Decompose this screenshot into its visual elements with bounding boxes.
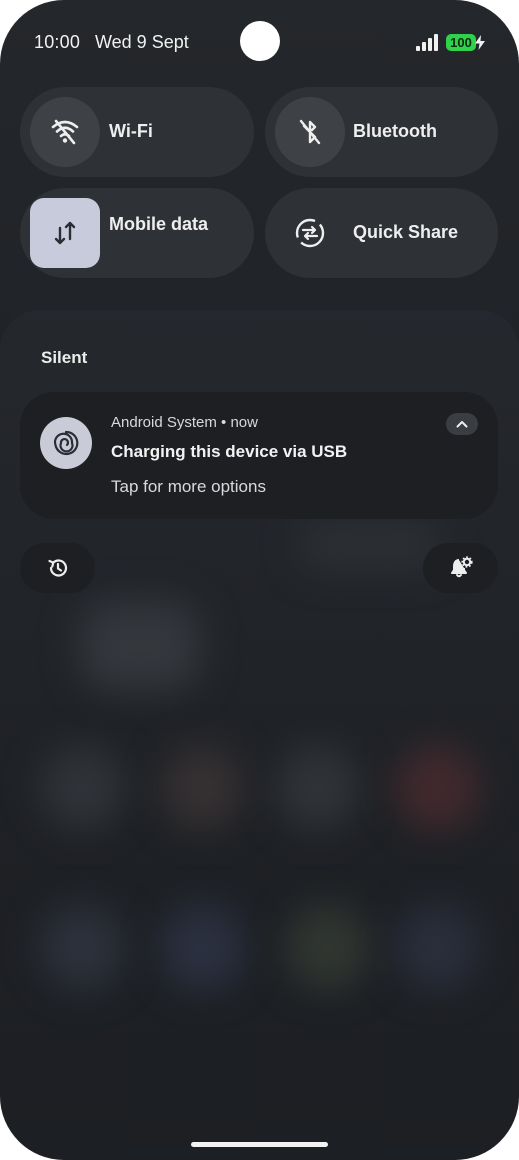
phone-screen: 10:00 Wed 9 Sept 100 Wi-Fi Bluetooth Mob… <box>0 0 519 1160</box>
quick-share-icon <box>295 218 325 248</box>
status-bar: 10:00 Wed 9 Sept 100 <box>0 0 519 86</box>
notification-app-name: Android System • now <box>111 414 258 431</box>
tile-label: Mobile data <box>109 214 209 234</box>
chevron-up-icon <box>456 421 468 428</box>
history-icon <box>47 559 67 577</box>
notification-history-button[interactable] <box>20 543 95 593</box>
bluetooth-off-icon <box>299 119 321 145</box>
signal-icon <box>416 34 438 51</box>
mobile-data-icon-container <box>30 198 100 268</box>
tile-mobile-data[interactable]: Mobile data <box>20 188 254 278</box>
bluetooth-icon-container <box>275 97 345 167</box>
battery-indicator: 100 <box>446 34 476 51</box>
section-title-silent: Silent <box>41 348 88 367</box>
wifi-icon-container <box>30 97 100 167</box>
wifi-off-icon <box>51 119 79 145</box>
tile-label: Bluetooth <box>353 121 437 141</box>
tile-bluetooth[interactable]: Bluetooth <box>265 87 498 177</box>
gesture-handle[interactable] <box>191 1142 328 1147</box>
notification-settings-button[interactable] <box>423 543 498 593</box>
front-camera-cutout <box>240 21 280 61</box>
bolt-icon <box>475 35 485 50</box>
tile-label: Wi-Fi <box>109 121 153 141</box>
clock: 10:00 <box>34 32 81 52</box>
tile-wifi[interactable]: Wi-Fi <box>20 87 254 177</box>
android-system-icon <box>40 417 92 469</box>
notification-card[interactable]: Android System • now Charging this devic… <box>20 392 498 519</box>
notification-text: Tap for more options <box>111 477 266 496</box>
tile-label: Quick Share <box>353 222 459 242</box>
expand-button[interactable] <box>446 413 478 435</box>
tile-quick-share[interactable]: Quick Share <box>265 188 498 278</box>
mobile-data-icon <box>54 221 76 245</box>
notification-settings-icon <box>450 556 473 578</box>
date: Wed 9 Sept <box>95 32 189 52</box>
notification-title: Charging this device via USB <box>111 442 348 461</box>
